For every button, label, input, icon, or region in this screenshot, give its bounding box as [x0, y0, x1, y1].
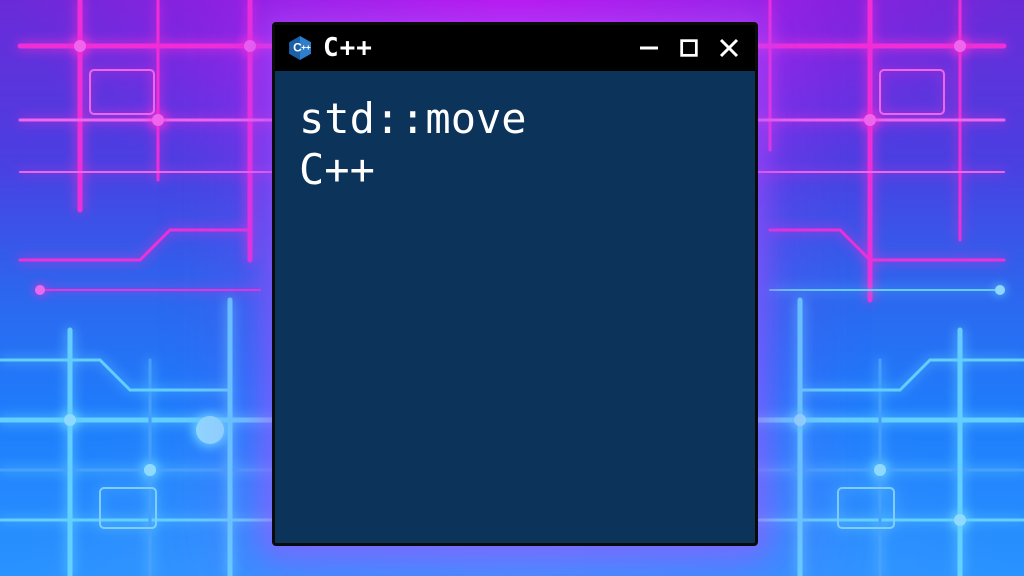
maximize-button[interactable] — [675, 34, 703, 62]
titlebar[interactable]: C C++ — [275, 25, 755, 71]
minimize-button[interactable] — [635, 34, 663, 62]
terminal-window: C C++ s — [272, 22, 758, 546]
svg-text:C: C — [293, 41, 302, 55]
window-controls — [635, 34, 743, 62]
window-title: C++ — [323, 33, 373, 63]
code-line-2: C++ — [299, 145, 375, 194]
close-button[interactable] — [715, 34, 743, 62]
terminal-content: std::move C++ — [275, 71, 755, 217]
cpp-icon: C — [287, 35, 313, 61]
code-line-1: std::move — [299, 94, 527, 143]
